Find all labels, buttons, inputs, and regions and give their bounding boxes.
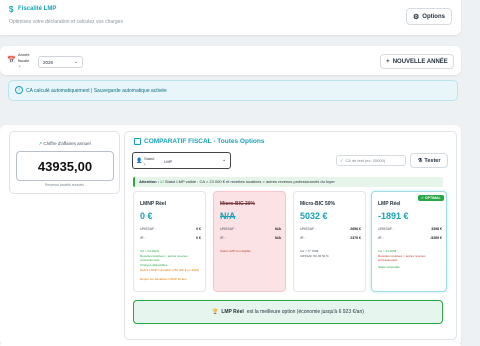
- regime-amount: 5032 €: [300, 211, 328, 221]
- gear-icon: ⚙: [413, 13, 420, 21]
- regime-note: CA < 77 700€: [300, 249, 319, 253]
- autosave-info: i CA calculé automatiquement | Sauvegard…: [8, 80, 458, 101]
- chevron-down-icon: ⌄: [222, 157, 227, 163]
- year-label: Année: [18, 52, 30, 57]
- page-title: Fiscalité LMP: [18, 6, 57, 12]
- comparatif-title-text: COMPARATIF FISCAL - Toutes Options: [144, 138, 265, 145]
- page-header: $ Fiscalité LMP Optimisez votre déclarat…: [0, 0, 461, 35]
- urssaf-value: 0 €: [196, 227, 201, 231]
- regime-amount: -1891 €: [378, 211, 409, 221]
- attention-text: Statut LMP valide : CA > 23 000 € et rec…: [164, 179, 335, 184]
- regime-note: Charges déductibles: [140, 263, 168, 267]
- attention-prefix: Attention :: [139, 179, 159, 184]
- ir-value: -5289 €: [430, 236, 442, 240]
- tester-button-label: Tester: [424, 157, 441, 164]
- best-option-banner: 🏆 LMP Réel est la meilleure option (écon…: [133, 300, 443, 324]
- urssaf-label: URSSAF :: [378, 227, 395, 231]
- regime-note: Report sur bénéfices LMNP 10 ans: [140, 277, 187, 281]
- regime-card-micro-bic-30[interactable]: Micro-BIC 30% N/A URSSAF : N/A IR : N/A St…: [213, 191, 286, 292]
- test-ca-input[interactable]: ✓ CA de test (ex: 20000): [336, 155, 406, 166]
- ir-value: N/A: [274, 236, 281, 240]
- statut-label-required: *: [144, 162, 146, 167]
- info-icon: i: [15, 86, 23, 94]
- regime-note: Statut LMP non éligible: [220, 249, 251, 253]
- trend-icon: ↗: [38, 141, 43, 146]
- dollar-icon: $: [9, 5, 14, 14]
- regime-note: CA > 23 000 €: [140, 249, 160, 253]
- urssaf-value: N/A: [274, 227, 281, 231]
- check-icon: ☑: [160, 179, 164, 184]
- next-panel: [0, 342, 461, 346]
- ca-hint: Revenus locatifs annuels: [45, 183, 84, 187]
- urssaf-value: 2656 €: [350, 227, 361, 231]
- regime-amount: 0 €: [140, 211, 153, 221]
- comparatif-title: COMPARATIF FISCAL - Toutes Options: [134, 138, 264, 145]
- page-subtitle: Optimisez votre déclaration et calculez …: [9, 19, 123, 25]
- regime-note: Déficit LMNP imputable (150 000 € en 202…: [140, 268, 200, 272]
- regime-name: Micro-BIC 30%: [220, 201, 256, 207]
- ca-label: Chiffre d'affaires annuel: [43, 141, 91, 146]
- regime-note: URSSAF 6% IR 50 %: [300, 254, 329, 258]
- ir-label: IR :: [140, 236, 146, 240]
- test-ca-placeholder: CA de test (ex: 20000): [345, 158, 386, 163]
- regime-card-lmnp-reel[interactable]: LMNP Réel 0 € URSSAF : 0 € IR : 0 € CA > 2…: [133, 191, 206, 292]
- regime-name: LMP Réel: [378, 201, 401, 207]
- ir-label: IR :: [300, 236, 306, 240]
- new-year-button-label: NOUVELLE ANNÉE: [392, 58, 448, 65]
- regime-note: Statut obtenable: [378, 265, 400, 269]
- table-icon: [134, 138, 141, 145]
- year-select[interactable]: 2026 ⌄: [38, 56, 83, 68]
- attention-banner: Attention : ☑ Statut LMP valide : CA > 2…: [133, 177, 443, 187]
- new-year-button[interactable]: + NOUVELLE ANNÉE: [380, 54, 454, 69]
- user-icon: 👤: [136, 158, 143, 164]
- regime-card-lmp-reel[interactable]: ✓ OPTIMAL LMP Réel -1891 € URSSAF : 3398 …: [371, 191, 447, 292]
- ir-label: IR :: [378, 236, 384, 240]
- regime-card-micro-bic-50[interactable]: Micro-BIC 50% 5032 € URSSAF : 2656 € IR :…: [293, 191, 366, 292]
- trophy-icon: 🏆: [212, 309, 219, 315]
- plus-icon: +: [386, 58, 390, 65]
- chevron-down-icon: ⌄: [74, 59, 78, 64]
- statut-value: LMP: [164, 159, 173, 164]
- optimal-badge: ✓ OPTIMAL: [418, 195, 444, 201]
- autosave-text: CA calculé automatiquement | Sauvegarde …: [26, 88, 167, 94]
- regime-name: Micro-BIC 50%: [300, 201, 336, 207]
- calendar-icon: 📅: [7, 57, 16, 64]
- year-label-2: fiscale: [18, 58, 30, 63]
- statut-select[interactable]: 👤 Statut * LMP ⌄: [132, 152, 231, 169]
- urssaf-label: URSSAF :: [140, 227, 157, 231]
- ir-value: 2376 €: [350, 236, 361, 240]
- statut-label: Statut: [144, 156, 155, 161]
- flask-icon: ⚗: [417, 157, 423, 164]
- ca-box: ↗ Chiffre d'affaires annuel 43935,00 Rev…: [9, 131, 120, 194]
- urssaf-label: URSSAF :: [220, 227, 237, 231]
- options-button-label: Options: [422, 13, 445, 20]
- year-label-required: *: [19, 64, 21, 69]
- best-option-text: est la meilleure option (économie jusqu'…: [246, 309, 364, 315]
- urssaf-label: URSSAF :: [300, 227, 317, 231]
- ca-input[interactable]: 43935,00: [16, 151, 114, 181]
- regime-note: CA > 23 000€: [378, 249, 397, 253]
- urssaf-value: 3398 €: [431, 227, 442, 231]
- ir-label: IR :: [220, 236, 226, 240]
- tester-button[interactable]: ⚗ Tester: [410, 153, 448, 168]
- regime-name: LMNP Réel: [140, 201, 167, 207]
- regime-note: Recettes locatives > autres revenus prof…: [378, 254, 426, 262]
- ir-value: 0 €: [196, 236, 201, 240]
- regime-amount: N/A: [220, 211, 236, 221]
- check-icon: ✓: [340, 158, 344, 163]
- year-select-value: 2026: [43, 59, 54, 65]
- options-button[interactable]: ⚙ Options: [406, 8, 452, 25]
- best-option-label: LMP Réel: [221, 309, 244, 315]
- regime-note: Recettes locatives > autres revenus prof…: [140, 254, 188, 262]
